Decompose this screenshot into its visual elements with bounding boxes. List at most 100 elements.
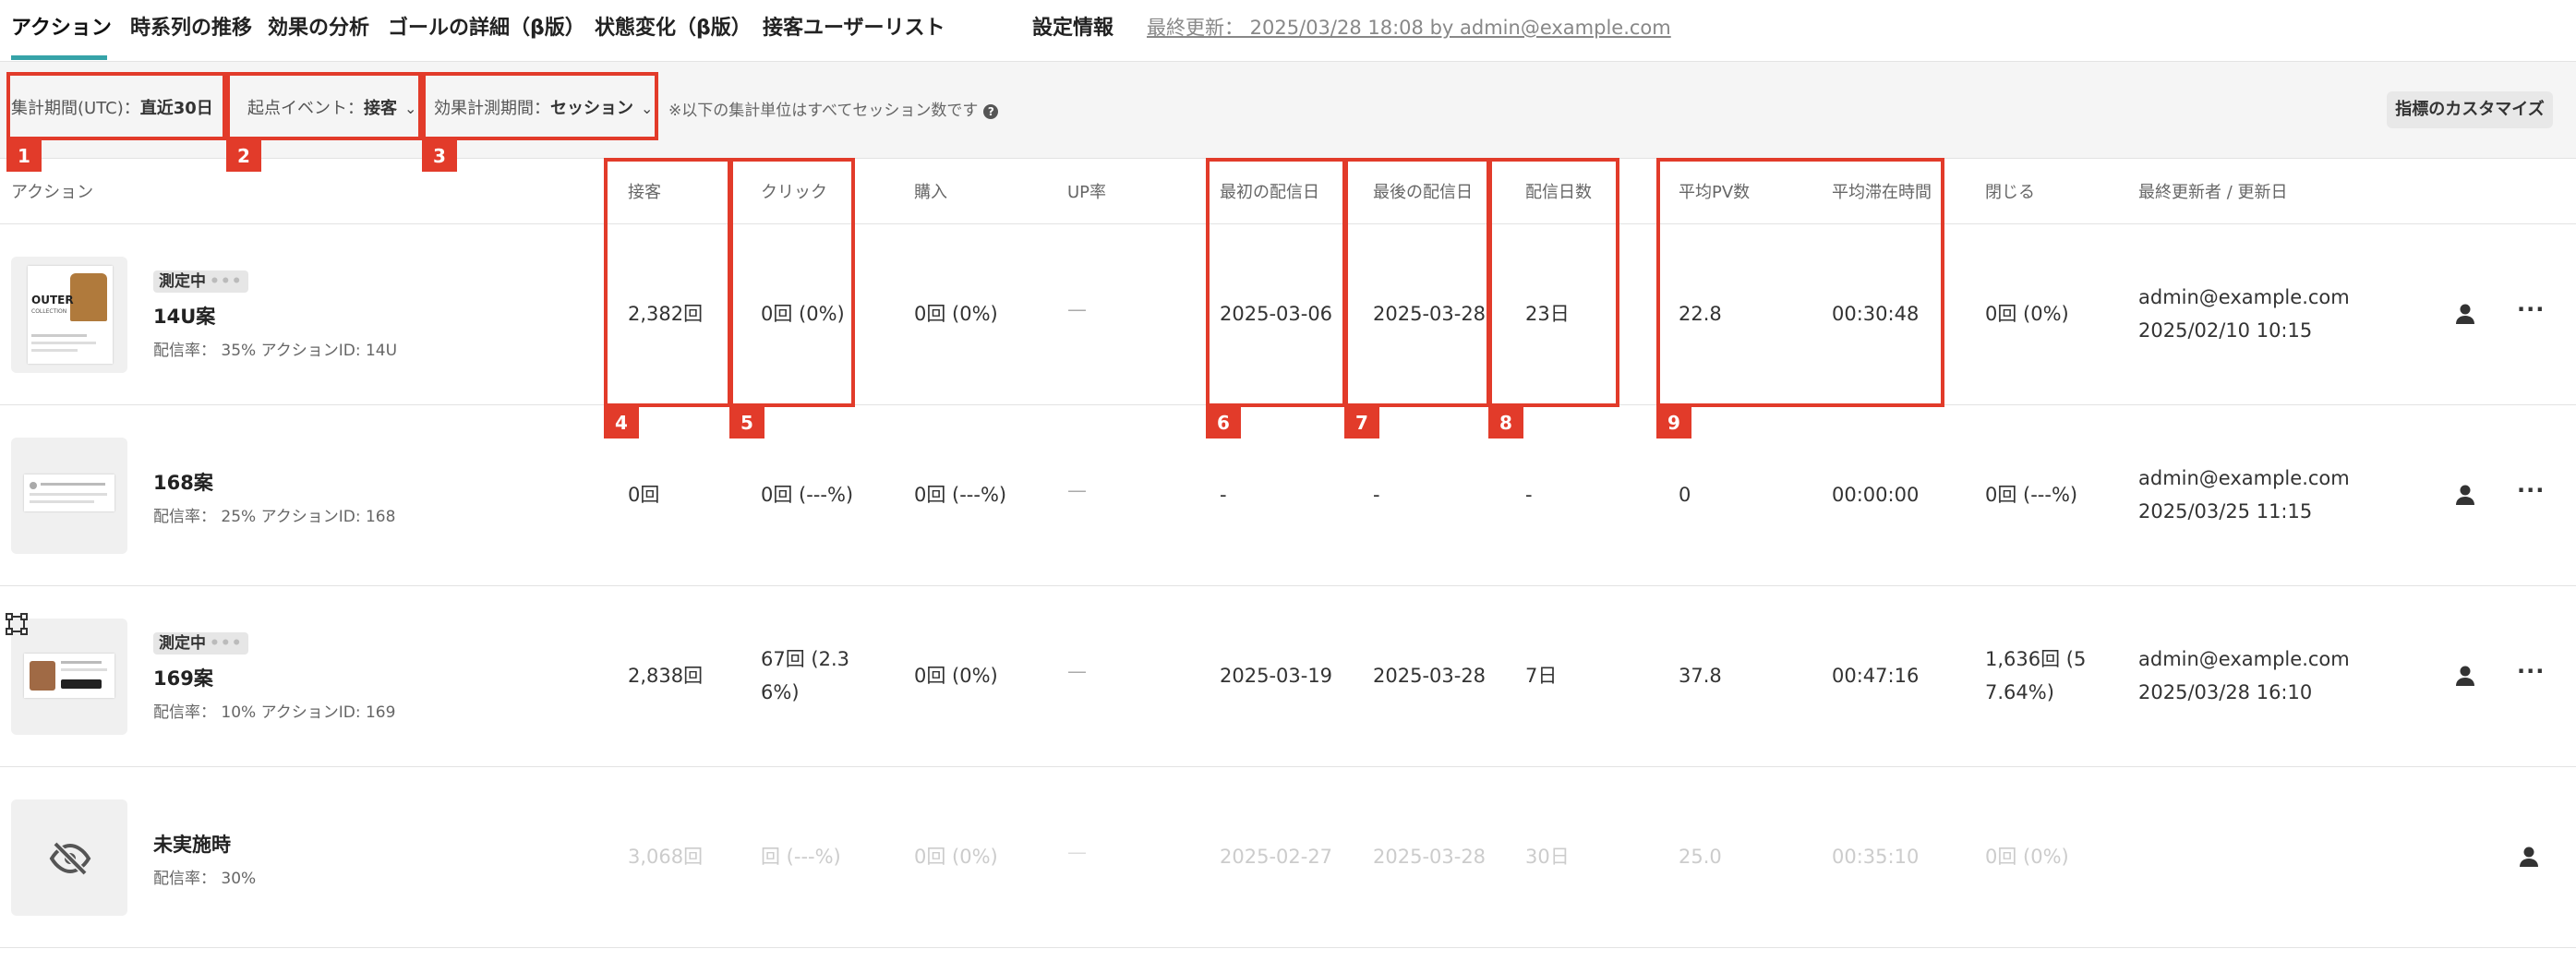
close-count: 0回 (---%) — [1985, 484, 2078, 506]
last-updated-link[interactable]: 最終更新： 2025/03/28 18:08 by admin@example.… — [1147, 13, 1671, 41]
action-meta: 配信率： 35% アクションID: 14U — [153, 342, 398, 360]
aggregation-note: ※以下の集計単位はすべてセッション数です? — [668, 97, 999, 120]
delivery-days: - — [1525, 484, 1533, 506]
table-row[interactable]: 測定中 ••• 169案 配信率： 10% アクションID: 169 2,838回… — [0, 586, 2576, 767]
avg-stay: 00:47:16 — [1832, 665, 1920, 687]
table-row[interactable]: 未実施時 配信率： 30% 3,068回 回 (---%) 0回 (0%) — … — [0, 767, 2576, 948]
action-name[interactable]: 14U案 — [153, 302, 215, 330]
more-options-icon[interactable]: ··· — [2517, 296, 2545, 322]
highlight-box-2 — [226, 72, 422, 140]
delivery-days: 7日 — [1525, 665, 1558, 687]
avg-stay: 00:00:00 — [1832, 484, 1920, 506]
close-count-cont: 7.64%) — [1985, 681, 2054, 703]
action-thumbnail[interactable] — [11, 619, 127, 735]
action-thumbnail[interactable]: OUTER COLLECTION — [11, 257, 127, 373]
thumbnail-line — [31, 334, 87, 337]
product-image — [30, 661, 55, 691]
thumbnail-button — [61, 679, 102, 689]
selection-frame-icon[interactable] — [6, 613, 28, 635]
last-date: 2025-03-28 — [1373, 846, 1487, 868]
serve-count: 2,838回 — [628, 665, 704, 687]
col-close[interactable]: 閉じる — [1985, 179, 2035, 203]
avg-pv: 37.8 — [1679, 665, 1722, 687]
action-meta: 配信率： 30% — [153, 870, 257, 888]
highlight-box-6 — [1206, 158, 1346, 407]
updater-email: admin@example.com — [2138, 467, 2350, 489]
purchase-count: 0回 (0%) — [914, 303, 998, 325]
person-icon[interactable] — [2455, 303, 2475, 325]
purchase-count: 0回 (0%) — [914, 665, 998, 687]
marker-7: 7 — [1344, 407, 1379, 438]
serve-count: 0回 — [628, 484, 660, 506]
table-row[interactable]: 168案 配信率： 25% アクションID: 168 0回 0回 (---%) … — [0, 405, 2576, 586]
tab-goal-details[interactable]: ゴールの詳細（β版） — [388, 11, 585, 41]
tab-timeseries[interactable]: 時系列の推移 — [130, 11, 252, 41]
action-name[interactable]: 168案 — [153, 468, 213, 496]
marker-2: 2 — [226, 140, 261, 172]
person-icon[interactable] — [2519, 846, 2539, 868]
thumbnail-line — [30, 493, 107, 496]
highlight-box-8 — [1488, 158, 1619, 407]
help-icon[interactable]: ? — [983, 104, 999, 119]
last-date: - — [1373, 484, 1380, 506]
thumbnail-line — [61, 668, 107, 671]
col-action: アクション — [11, 183, 94, 202]
thumbnail-subtitle: COLLECTION — [31, 308, 67, 315]
updated-date: 2025/02/10 10:15 — [2138, 319, 2313, 342]
tab-actions[interactable]: アクション — [11, 11, 112, 41]
up-rate: — — [1067, 298, 1087, 320]
action-name[interactable]: 未実施時 — [153, 830, 231, 858]
highlight-box-5 — [729, 158, 855, 407]
first-date: 2025-03-19 — [1220, 665, 1333, 687]
active-tab-indicator — [11, 55, 107, 60]
thumbnail-card — [24, 654, 114, 698]
col-up-rate[interactable]: UP率 — [1067, 179, 1106, 203]
tab-settings[interactable]: 設定情報 — [1032, 11, 1113, 41]
person-icon[interactable] — [2455, 665, 2475, 687]
person-icon[interactable] — [2455, 484, 2475, 506]
status-badge-label: 測定中 — [159, 634, 206, 653]
click-count: 0回 (---%) — [761, 484, 854, 506]
click-count-cont: 6%) — [761, 681, 800, 703]
action-meta: 配信率： 25% アクションID: 168 — [153, 508, 396, 526]
tab-state-change[interactable]: 状態変化（β版） — [595, 11, 752, 41]
thumbnail-line — [30, 500, 94, 503]
status-badge: 測定中 ••• — [153, 270, 248, 293]
tab-effect-analysis[interactable]: 効果の分析 — [268, 11, 369, 41]
marker-1: 1 — [6, 140, 42, 172]
first-date: 2025-02-27 — [1220, 846, 1333, 868]
serve-count: 3,068回 — [628, 846, 704, 868]
action-thumbnail[interactable] — [11, 438, 127, 554]
customize-metrics-button[interactable]: 指標のカスタマイズ — [2387, 91, 2553, 128]
close-count: 0回 (0%) — [1985, 846, 2069, 868]
more-options-icon[interactable]: ··· — [2517, 658, 2545, 684]
close-count: 0回 (0%) — [1985, 303, 2069, 325]
action-name[interactable]: 169案 — [153, 664, 213, 691]
col-updater: 最終更新者 / 更新日 — [2138, 183, 2288, 202]
tab-user-list[interactable]: 接客ユーザーリスト — [763, 11, 945, 41]
highlight-box-7 — [1344, 158, 1490, 407]
highlight-box-3 — [422, 72, 658, 140]
status-badge-label: 測定中 — [159, 272, 206, 291]
action-thumbnail — [11, 799, 127, 916]
marker-6: 6 — [1206, 407, 1241, 438]
more-options-icon[interactable]: ··· — [2517, 477, 2545, 503]
up-rate: — — [1067, 479, 1087, 501]
col-purchase[interactable]: 購入 — [914, 179, 947, 203]
purchase-count: 0回 (---%) — [914, 484, 1007, 506]
marker-3: 3 — [422, 140, 457, 172]
thumbnail-avatar — [30, 482, 37, 489]
delivery-days: 30日 — [1525, 846, 1570, 868]
updated-date: 2025/03/28 16:10 — [2138, 681, 2313, 703]
click-count: 回 (---%) — [761, 846, 841, 868]
thumbnail-card: OUTER COLLECTION — [28, 266, 113, 364]
close-count: 1,636回 (5 — [1985, 648, 2087, 670]
marker-8: 8 — [1488, 407, 1523, 438]
marker-5: 5 — [729, 407, 764, 438]
thumbnail-card — [24, 474, 114, 511]
updater-email: admin@example.com — [2138, 286, 2350, 308]
model-image — [70, 273, 107, 321]
status-badge: 測定中 ••• — [153, 632, 248, 655]
updater-email: admin@example.com — [2138, 648, 2350, 670]
marker-4: 4 — [604, 407, 639, 438]
